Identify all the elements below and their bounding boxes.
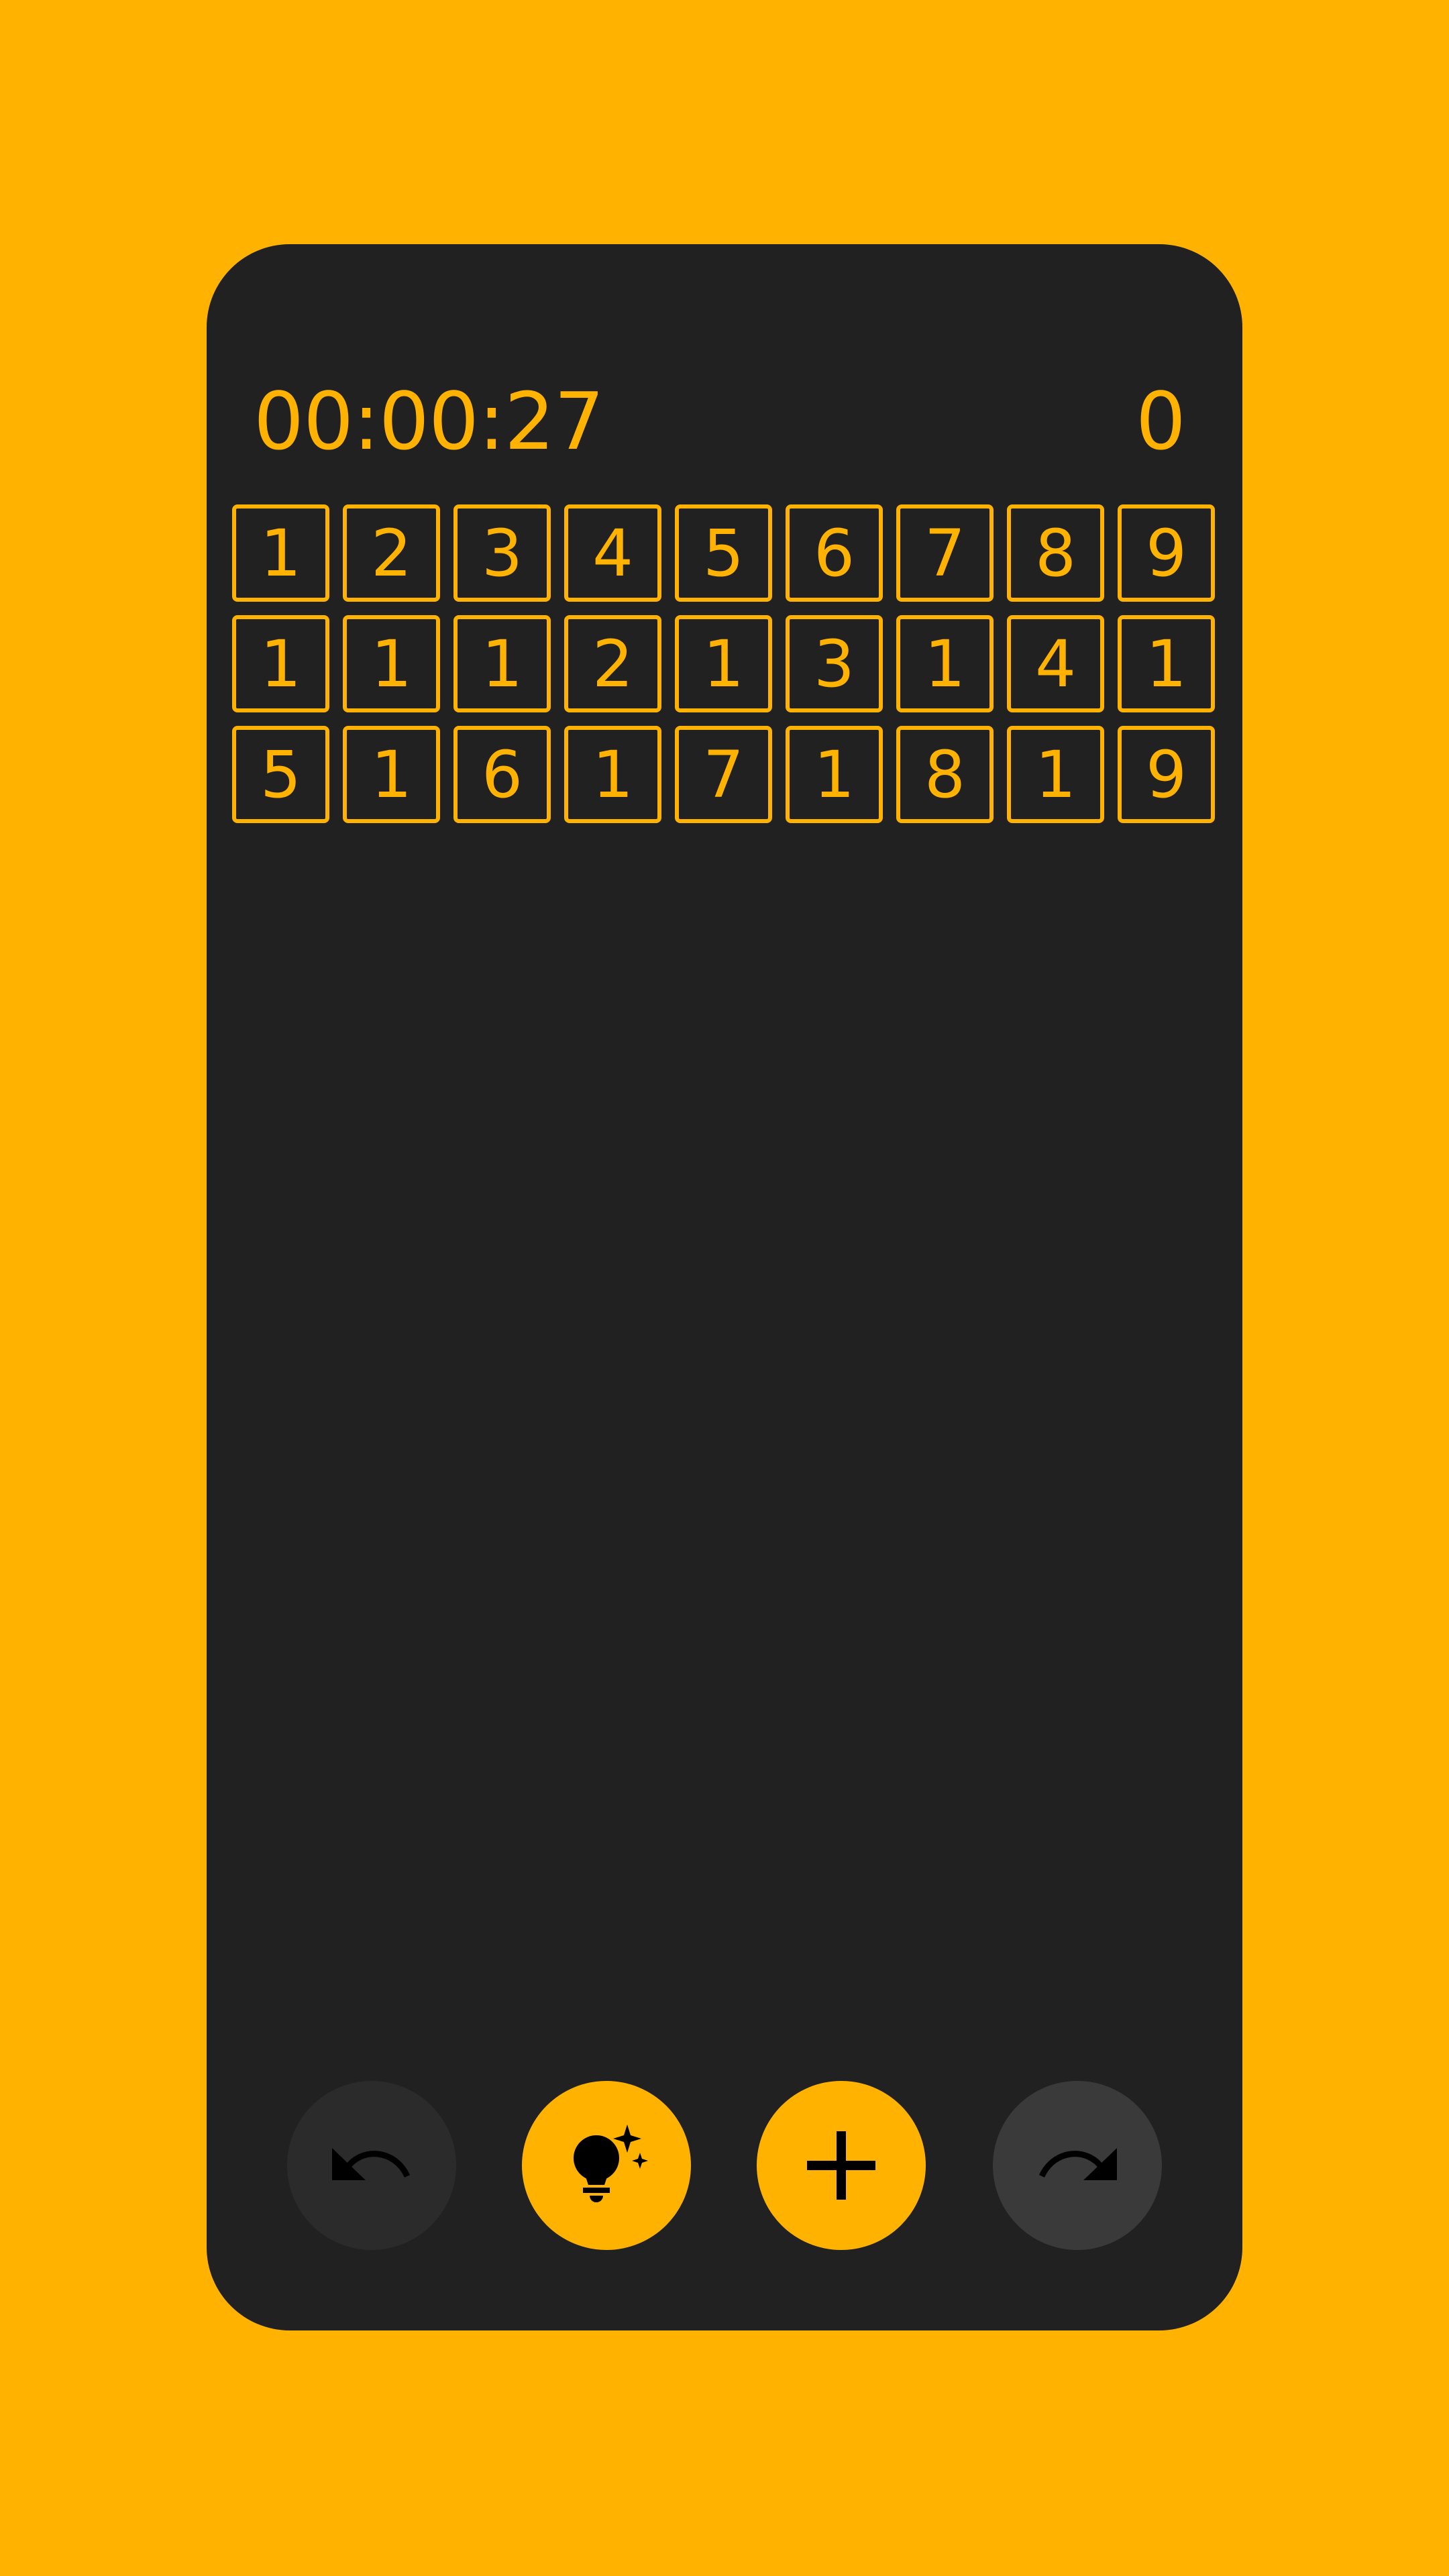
- grid-cell[interactable]: 7: [896, 504, 994, 602]
- grid-cell[interactable]: 5: [675, 504, 772, 602]
- hint-button[interactable]: [522, 2081, 691, 2250]
- number-grid: 1 2 3 4 5 6 7 8 9 1 1 1 2 1 3 1 4 1 5 1 …: [232, 504, 1215, 823]
- undo-button[interactable]: [287, 2081, 456, 2250]
- redo-icon: [1038, 2148, 1117, 2180]
- grid-cell[interactable]: 5: [232, 726, 329, 823]
- grid-cell[interactable]: 2: [343, 504, 440, 602]
- grid-cell[interactable]: 1: [232, 504, 329, 602]
- grid-cell[interactable]: 1: [675, 615, 772, 712]
- game-panel: 00:00:27 0 1 2 3 4 5 6 7 8 9 1 1 1 2 1 3…: [207, 244, 1242, 2330]
- grid-cell[interactable]: 8: [1007, 504, 1104, 602]
- grid-cell[interactable]: 9: [1118, 726, 1215, 823]
- grid-cell[interactable]: 6: [453, 726, 551, 823]
- control-bar: [207, 2081, 1242, 2250]
- lightbulb-sparkle-icon: [574, 2125, 648, 2202]
- grid-cell[interactable]: 1: [232, 615, 329, 712]
- grid-cell[interactable]: 9: [1118, 504, 1215, 602]
- grid-cell[interactable]: 6: [786, 504, 883, 602]
- grid-cell[interactable]: 4: [1007, 615, 1104, 712]
- grid-cell[interactable]: 1: [453, 615, 551, 712]
- grid-cell[interactable]: 1: [343, 615, 440, 712]
- grid-cell[interactable]: 1: [343, 726, 440, 823]
- redo-button[interactable]: [993, 2081, 1162, 2250]
- grid-cell[interactable]: 1: [1118, 615, 1215, 712]
- grid-cell[interactable]: 3: [453, 504, 551, 602]
- grid-cell[interactable]: 1: [786, 726, 883, 823]
- undo-icon: [332, 2148, 411, 2180]
- grid-cell[interactable]: 4: [564, 504, 661, 602]
- grid-cell[interactable]: 1: [896, 615, 994, 712]
- grid-cell[interactable]: 1: [1007, 726, 1104, 823]
- timer: 00:00:27: [254, 375, 604, 468]
- add-button[interactable]: [757, 2081, 926, 2250]
- score: 0: [1135, 375, 1186, 468]
- plus-icon: [807, 2131, 875, 2200]
- grid-cell[interactable]: 8: [896, 726, 994, 823]
- grid-cell[interactable]: 7: [675, 726, 772, 823]
- grid-cell[interactable]: 3: [786, 615, 883, 712]
- grid-cell[interactable]: 1: [564, 726, 661, 823]
- grid-cell[interactable]: 2: [564, 615, 661, 712]
